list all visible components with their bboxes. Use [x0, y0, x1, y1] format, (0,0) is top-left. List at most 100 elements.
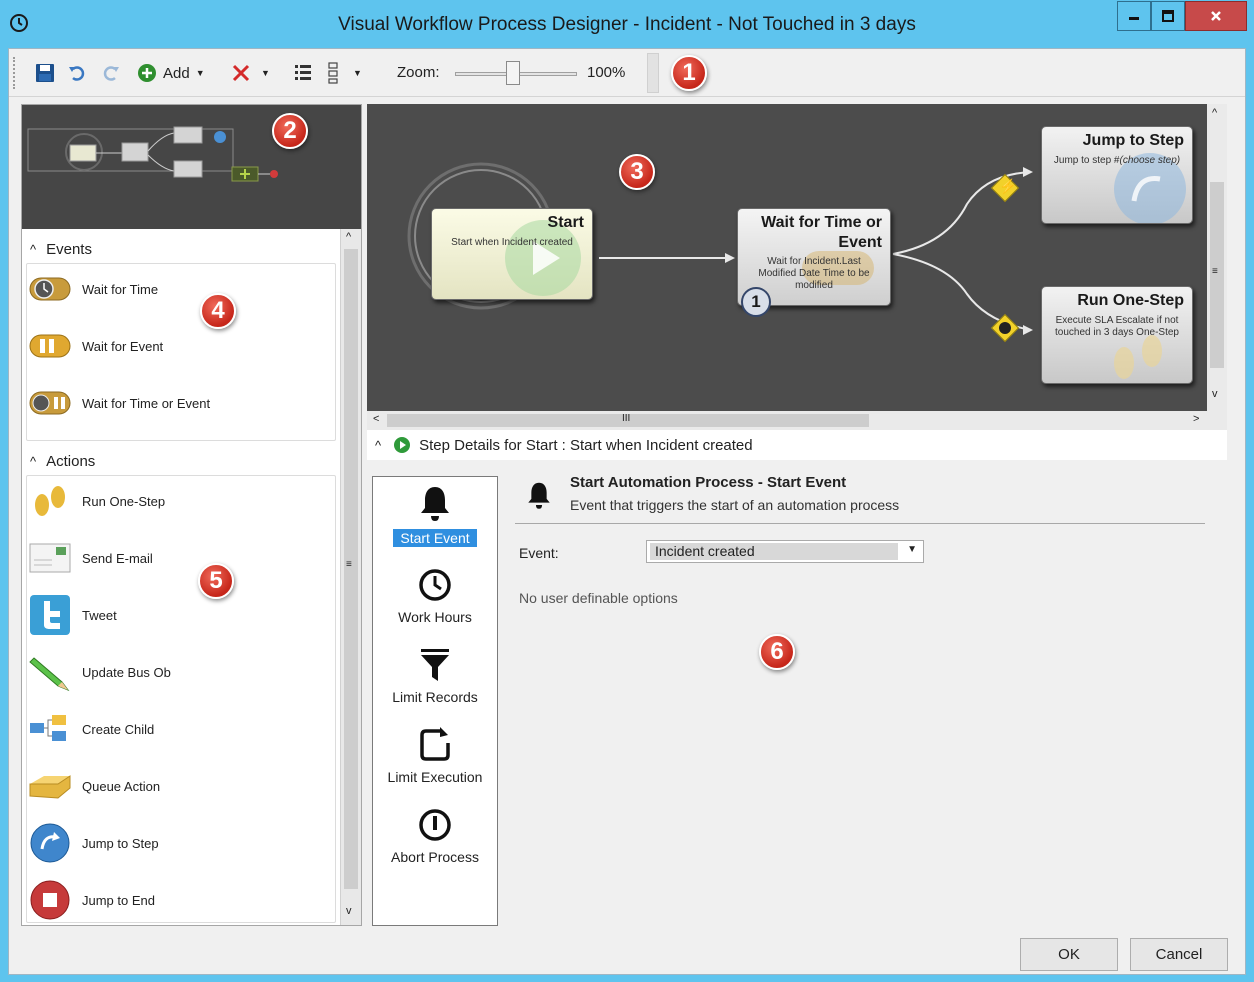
chevron-up-icon: ^ [375, 437, 382, 453]
palette-item-queue-action[interactable]: Queue Action [28, 766, 160, 806]
scroll-up-arrow[interactable]: ^ [1212, 107, 1217, 119]
tab-label: Abort Process [391, 849, 479, 865]
workflow-canvas[interactable]: Start Start when Incident created Wait f… [367, 104, 1207, 411]
delete-x-icon [232, 64, 250, 82]
cancel-button[interactable]: Cancel [1130, 938, 1228, 971]
events-header-label: Events [46, 240, 92, 258]
scroll-right-arrow[interactable]: > [1193, 413, 1199, 425]
toolbar-overflow[interactable] [647, 53, 659, 93]
scroll-up-arrow[interactable]: ^ [346, 231, 351, 243]
callout-6: 6 [759, 634, 795, 670]
palette-item-label: Create Child [82, 721, 155, 737]
title-bar: Visual Workflow Process Designer - Incid… [0, 0, 1254, 48]
palette-item-create-child[interactable]: Create Child [28, 709, 154, 749]
canvas-horizontal-scrollbar[interactable]: < III > [367, 411, 1227, 430]
canvas-vertical-scrollbar[interactable]: ^ ≡ v [1207, 104, 1227, 411]
list-view-button[interactable] [291, 61, 315, 85]
no-options-text: No user definable options [519, 590, 678, 606]
delete-button[interactable]: ▼ [231, 61, 277, 85]
palette-item-wait-for-time[interactable]: Wait for Time [28, 269, 158, 309]
minimap-diagram [27, 126, 278, 182]
tab-start-event[interactable]: Start Event [373, 477, 497, 557]
chevron-down-icon: ▼ [195, 68, 205, 78]
node-desc-line: Execute SLA Escalate if not [1055, 315, 1179, 326]
palette-item-jump-to-end[interactable]: Jump to End [28, 880, 155, 920]
abort-icon [419, 809, 451, 841]
tab-label: Start Event [393, 529, 477, 547]
node-description: Start when Incident created [451, 237, 573, 248]
event-field-label: Event: [519, 545, 559, 561]
save-button[interactable] [33, 61, 57, 85]
tab-work-hours[interactable]: Work Hours [373, 557, 497, 637]
tab-label: Limit Records [392, 689, 478, 705]
add-button[interactable]: Add ▼ [137, 61, 219, 85]
palette-item-run-one-step[interactable]: Run One-Step [28, 481, 165, 521]
palette-item-update-bus-ob[interactable]: Update Bus Ob [28, 652, 171, 692]
close-button[interactable] [1185, 1, 1247, 31]
tab-label: Limit Execution [387, 769, 483, 785]
palette-item-send-email[interactable]: Send E-mail [28, 538, 153, 578]
node-title: Run One-Step [1077, 292, 1184, 309]
tab-abort-process[interactable]: Abort Process [373, 797, 497, 877]
play-icon [394, 437, 411, 453]
node-title: Start [547, 214, 584, 231]
redo-icon [103, 66, 119, 81]
palette-item-wait-for-event[interactable]: Wait for Event [28, 326, 163, 366]
scroll-down-arrow[interactable]: v [1212, 388, 1218, 400]
palette-item-jump-to-step[interactable]: Jump to Step [28, 823, 159, 863]
layout-button[interactable]: ▼ [327, 61, 371, 85]
step-details-header[interactable]: ^ Step Details for Start : Start when In… [367, 430, 1227, 460]
zoom-slider-thumb[interactable] [506, 61, 520, 85]
palette-item-label: Wait for Event [82, 338, 164, 354]
run-one-step-node[interactable]: Run One-Step Execute SLA Escalate if not… [1041, 286, 1193, 384]
tab-limit-execution[interactable]: Limit Execution [373, 717, 497, 797]
envelope-icon [28, 538, 72, 578]
maximize-button[interactable] [1151, 1, 1185, 31]
hierarchy-icon [28, 709, 72, 749]
pencil-icon [28, 652, 72, 692]
step-details-panel: Start Event Work Hours Limit Records Lim… [367, 460, 1227, 926]
start-node[interactable]: Start Start when Incident created [431, 208, 593, 300]
minimap[interactable]: 2 [22, 105, 361, 229]
actions-section-header[interactable]: ^ Actions [22, 447, 338, 475]
scroll-grip-icon: III [622, 413, 631, 424]
callout-5: 5 [198, 563, 234, 599]
toolbox-palette: ^ Events Wait for Time Wait for Event Wa… [22, 229, 361, 925]
jump-to-step-node[interactable]: Jump to Step Jump to step #(choose step) [1041, 126, 1193, 224]
footprints-icon [28, 481, 72, 521]
client-area: Add ▼ ▼ ▼ Zoom: 100% 1 2 ^ Events Wait f… [8, 48, 1246, 975]
event-dropdown[interactable]: Incident created ▼ [646, 540, 924, 563]
add-label: Add [163, 64, 190, 82]
palette-scrollbar[interactable]: ^ ≡ v [340, 229, 361, 925]
toolbar: Add ▼ ▼ ▼ Zoom: 100% 1 [9, 49, 1245, 97]
tab-limit-records[interactable]: Limit Records [373, 637, 497, 717]
node-desc-line: Wait for Incident.Last [767, 256, 861, 267]
scroll-down-arrow[interactable]: v [346, 905, 352, 917]
detail-heading: Start Automation Process - Start Event [570, 474, 847, 491]
callout-1: 1 [671, 55, 707, 91]
window-title: Visual Workflow Process Designer - Incid… [338, 14, 916, 35]
node-desc-line: Modified Date Time to be [758, 268, 870, 279]
palette-item-tweet[interactable]: Tweet [28, 595, 117, 635]
toolbar-grip[interactable] [13, 57, 17, 89]
scroll-left-arrow[interactable]: < [373, 413, 379, 425]
actions-header-label: Actions [46, 452, 96, 470]
chevron-up-icon: ^ [30, 453, 37, 469]
palette-item-label: Tweet [82, 607, 117, 623]
clock-pause-icon [28, 383, 72, 423]
minimize-button[interactable] [1117, 1, 1151, 31]
node-description: Execute SLA Escalate if not touched in 3… [1046, 315, 1188, 339]
undo-button[interactable] [65, 61, 89, 85]
ok-button[interactable]: OK [1020, 938, 1118, 971]
undo-icon [69, 66, 85, 81]
node-desc-line: touched in 3 days One-Step [1055, 327, 1179, 338]
bell-icon [421, 487, 449, 521]
redo-button[interactable] [99, 61, 123, 85]
jump-arrow-icon [28, 823, 72, 863]
zoom-label: Zoom: [397, 64, 440, 81]
palette-item-wait-for-time-or-event[interactable]: Wait for Time or Event [28, 383, 210, 423]
details-tab-strip: Start Event Work Hours Limit Records Lim… [372, 476, 498, 926]
funnel-icon [421, 649, 449, 681]
tab-label: Work Hours [398, 609, 472, 625]
events-section-header[interactable]: ^ Events [22, 235, 338, 263]
